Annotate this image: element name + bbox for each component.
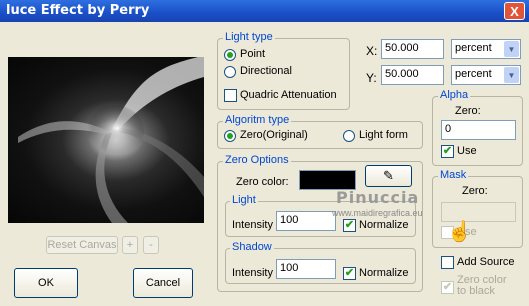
- zero-color-label: Zero color:: [236, 176, 289, 188]
- directional-radio[interactable]: [224, 66, 236, 78]
- light-normalize-label: Normalize: [359, 219, 409, 231]
- alpha-label: Alpha: [438, 89, 471, 101]
- watermark-url: www.maidiregrafica.eu: [332, 208, 423, 218]
- zero-color-to-black-checkbox[interactable]: ✔: [441, 281, 454, 294]
- zero-color-to-black-label: Zero color to black: [457, 274, 507, 297]
- cancel-button[interactable]: Cancel: [133, 268, 193, 298]
- light-form-radio[interactable]: [343, 130, 355, 142]
- y-unit-select[interactable]: percent ▼: [451, 65, 521, 85]
- preview-canvas[interactable]: [8, 57, 204, 223]
- mask-label: Mask: [438, 169, 469, 181]
- alpha-zero-input[interactable]: 0: [441, 120, 516, 140]
- light-form-label: Light form: [359, 129, 408, 141]
- zero-color-swatch[interactable]: [299, 170, 356, 190]
- quadric-attenuation-checkbox[interactable]: [224, 89, 237, 102]
- directional-label: Directional: [240, 65, 292, 77]
- shadow-label: Shadow: [230, 241, 274, 253]
- color-picker-button[interactable]: ✎: [365, 165, 412, 187]
- shadow-normalize-checkbox[interactable]: ✔: [343, 267, 356, 280]
- zoom-in-button[interactable]: +: [122, 236, 138, 254]
- shadow-intensity-label: Intensity: [232, 267, 273, 279]
- reset-canvas-button[interactable]: Reset Canvas: [46, 236, 118, 254]
- window-title: luce Effect by Perry: [6, 3, 150, 18]
- alpha-zero-label: Zero:: [455, 105, 481, 117]
- y-input[interactable]: 50.000: [381, 65, 444, 85]
- title-bar: luce Effect by Perry X: [0, 0, 529, 22]
- mask-zero-label: Zero:: [462, 185, 488, 197]
- light-intensity-label: Intensity: [232, 219, 273, 231]
- ok-button[interactable]: OK: [14, 268, 78, 298]
- zero-options-label: Zero Options: [223, 154, 291, 166]
- algorithm-label: Algoritm type: [223, 114, 292, 126]
- light-intensity-input[interactable]: 100: [276, 211, 336, 231]
- light-normalize-checkbox[interactable]: ✔: [343, 219, 356, 232]
- zero-original-label: Zero(Original): [240, 129, 308, 141]
- chevron-down-icon: ▼: [504, 41, 519, 57]
- light-type-label: Light type: [223, 31, 275, 43]
- point-radio[interactable]: [224, 49, 236, 61]
- y-label: Y:: [366, 71, 377, 85]
- zoom-out-button[interactable]: -: [143, 236, 159, 254]
- close-button[interactable]: X: [504, 2, 525, 20]
- watermark-name: Pinuccia: [336, 188, 420, 207]
- pencil-icon: ✎: [383, 168, 394, 183]
- y-unit-value: percent: [455, 68, 492, 80]
- x-input[interactable]: 50.000: [381, 39, 444, 59]
- zero-original-radio[interactable]: [224, 130, 236, 142]
- light-label: Light: [230, 194, 258, 206]
- alpha-use-label: Use: [457, 145, 477, 157]
- x-unit-select[interactable]: percent ▼: [451, 39, 521, 59]
- x-label: X:: [366, 44, 378, 58]
- alpha-use-checkbox[interactable]: ✔: [441, 145, 454, 158]
- quadric-attenuation-label: Quadric Attenuation: [240, 89, 337, 101]
- add-source-label: Add Source: [457, 256, 515, 268]
- chevron-down-icon: ▼: [504, 67, 519, 83]
- hand-pointer-icon: ☝: [447, 221, 472, 243]
- point-label: Point: [240, 48, 266, 60]
- light-beam-image: [18, 57, 204, 223]
- add-source-checkbox[interactable]: [441, 256, 454, 269]
- shadow-normalize-label: Normalize: [359, 267, 409, 279]
- x-unit-value: percent: [455, 42, 492, 54]
- shadow-intensity-input[interactable]: 100: [276, 259, 336, 279]
